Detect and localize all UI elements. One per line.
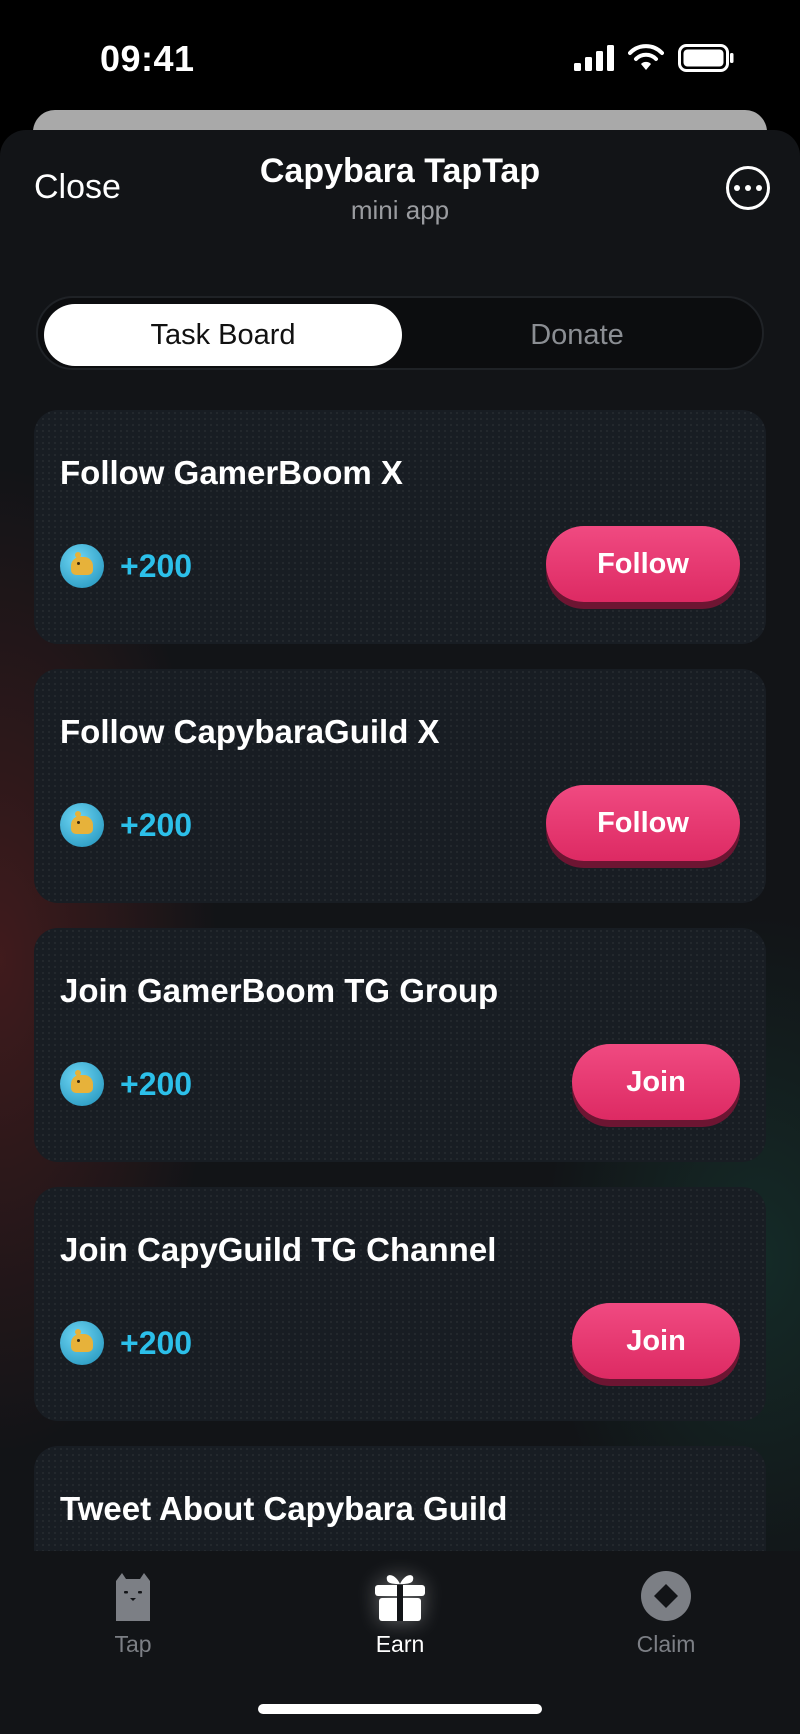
status-icons (574, 44, 734, 72)
task-title: Join GamerBoom TG Group (60, 972, 499, 1009)
signal-icon (574, 45, 614, 71)
task-title: Tweet About Capybara Guild (60, 1490, 508, 1527)
tab-donate[interactable]: Donate (398, 304, 756, 366)
capybara-icon (116, 1573, 150, 1621)
follow-button[interactable]: Follow (546, 526, 740, 602)
nav-label-claim: Claim (636, 1631, 696, 1657)
task-card: Join GamerBoom TG Group +200 Join (34, 928, 766, 1162)
title-block: Capybara TapTap mini app (200, 152, 600, 226)
nav-label-earn: Earn (375, 1631, 425, 1657)
task-card: Join CapyGuild TG Channel +200 Join (34, 1187, 766, 1421)
capybara-coin-icon (60, 1062, 104, 1106)
nav-earn[interactable]: Earn (320, 1571, 480, 1658)
app-title: Capybara TapTap (259, 152, 541, 190)
task-reward: +200 (60, 1062, 192, 1106)
nav-claim[interactable]: Claim (586, 1571, 746, 1658)
join-button[interactable]: Join (572, 1303, 740, 1379)
nav-tap[interactable]: Tap (53, 1571, 213, 1658)
status-time: 09:41 (100, 38, 195, 79)
task-title: Follow GamerBoom X (60, 454, 403, 491)
battery-icon (678, 44, 734, 72)
reward-amount: +200 (120, 547, 193, 584)
mini-app-sheet: Close Capybara TapTap mini app Task Boar… (0, 130, 800, 1734)
close-button[interactable]: Close (34, 168, 121, 207)
bottom-nav: Tap Earn Claim (0, 1551, 800, 1734)
follow-button[interactable]: Follow (546, 785, 740, 861)
home-indicator (258, 1704, 542, 1714)
segmented-tabs: Task Board Donate (36, 296, 764, 370)
task-reward: +200 (60, 803, 192, 847)
join-button[interactable]: Join (572, 1044, 740, 1120)
status-bar: 09:41 (0, 0, 800, 110)
task-title: Join CapyGuild TG Channel (60, 1231, 497, 1268)
reward-amount: +200 (120, 1324, 193, 1361)
diamond-coin-icon (641, 1571, 691, 1621)
capybara-coin-icon (60, 544, 104, 588)
wifi-icon (628, 44, 664, 70)
task-reward: +200 (60, 544, 192, 588)
task-title: Follow CapybaraGuild X (60, 713, 440, 750)
reward-amount: +200 (120, 806, 193, 843)
more-options-icon[interactable] (726, 166, 770, 210)
nav-label-tap: Tap (114, 1631, 152, 1657)
reward-amount: +200 (120, 1065, 193, 1102)
task-card: Follow GamerBoom X +200 Follow (34, 410, 766, 644)
task-card: Follow CapybaraGuild X +200 Follow (34, 669, 766, 903)
gift-icon (375, 1575, 425, 1621)
app-subtitle: mini app (350, 195, 450, 225)
tab-task-board[interactable]: Task Board (44, 304, 402, 366)
task-reward: +200 (60, 1321, 192, 1365)
mini-app-header: Close Capybara TapTap mini app (0, 130, 800, 240)
capybara-coin-icon (60, 803, 104, 847)
capybara-coin-icon (60, 1321, 104, 1365)
